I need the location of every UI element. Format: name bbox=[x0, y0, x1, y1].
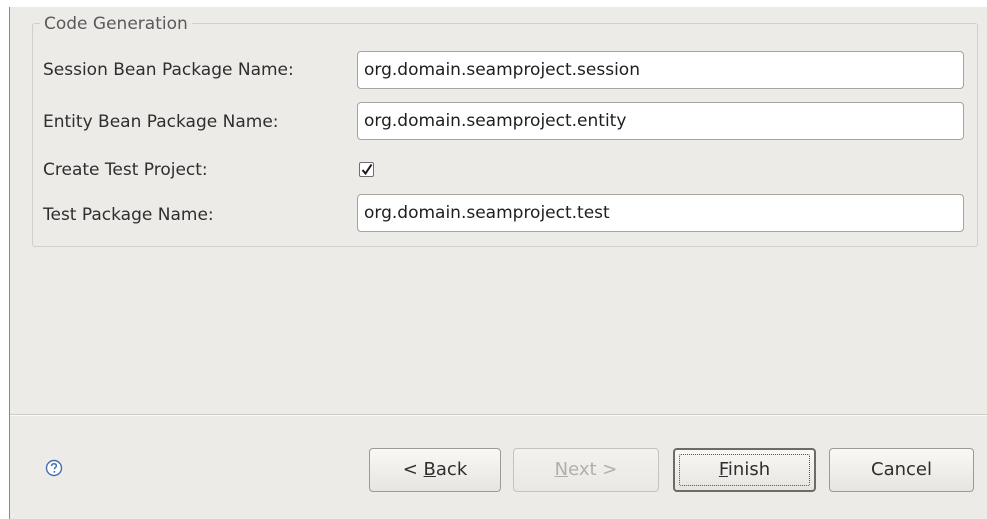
next-button-label: ext > bbox=[568, 459, 618, 480]
back-button-mnemonic: B bbox=[423, 459, 436, 480]
test-package-label: Test Package Name: bbox=[43, 205, 214, 225]
create-test-project-checkbox[interactable] bbox=[359, 162, 374, 177]
cancel-button[interactable]: Cancel bbox=[829, 448, 974, 492]
next-button-mnemonic: N bbox=[554, 459, 569, 480]
back-button-prefix: < bbox=[402, 459, 424, 480]
next-button[interactable]: Next > bbox=[513, 448, 659, 492]
session-bean-package-label: Session Bean Package Name: bbox=[43, 60, 294, 80]
finish-button-label: inish bbox=[727, 459, 771, 480]
checkmark-icon bbox=[361, 163, 373, 176]
entity-bean-package-label: Entity Bean Package Name: bbox=[43, 112, 279, 132]
back-button-label: ack bbox=[435, 459, 468, 480]
create-test-project-label: Create Test Project: bbox=[43, 160, 208, 180]
finish-button[interactable]: Finish bbox=[673, 448, 816, 492]
button-bar-separator-highlight bbox=[10, 415, 987, 416]
test-package-input[interactable] bbox=[357, 194, 964, 232]
finish-button-mnemonic: F bbox=[718, 459, 728, 480]
help-icon[interactable] bbox=[45, 459, 63, 477]
back-button[interactable]: < Back bbox=[369, 448, 501, 492]
wizard-dialog: Code Generation Session Bean Package Nam… bbox=[9, 7, 987, 519]
code-generation-group-title: Code Generation bbox=[40, 13, 192, 35]
entity-bean-package-input[interactable] bbox=[357, 102, 964, 140]
session-bean-package-input[interactable] bbox=[357, 51, 964, 89]
